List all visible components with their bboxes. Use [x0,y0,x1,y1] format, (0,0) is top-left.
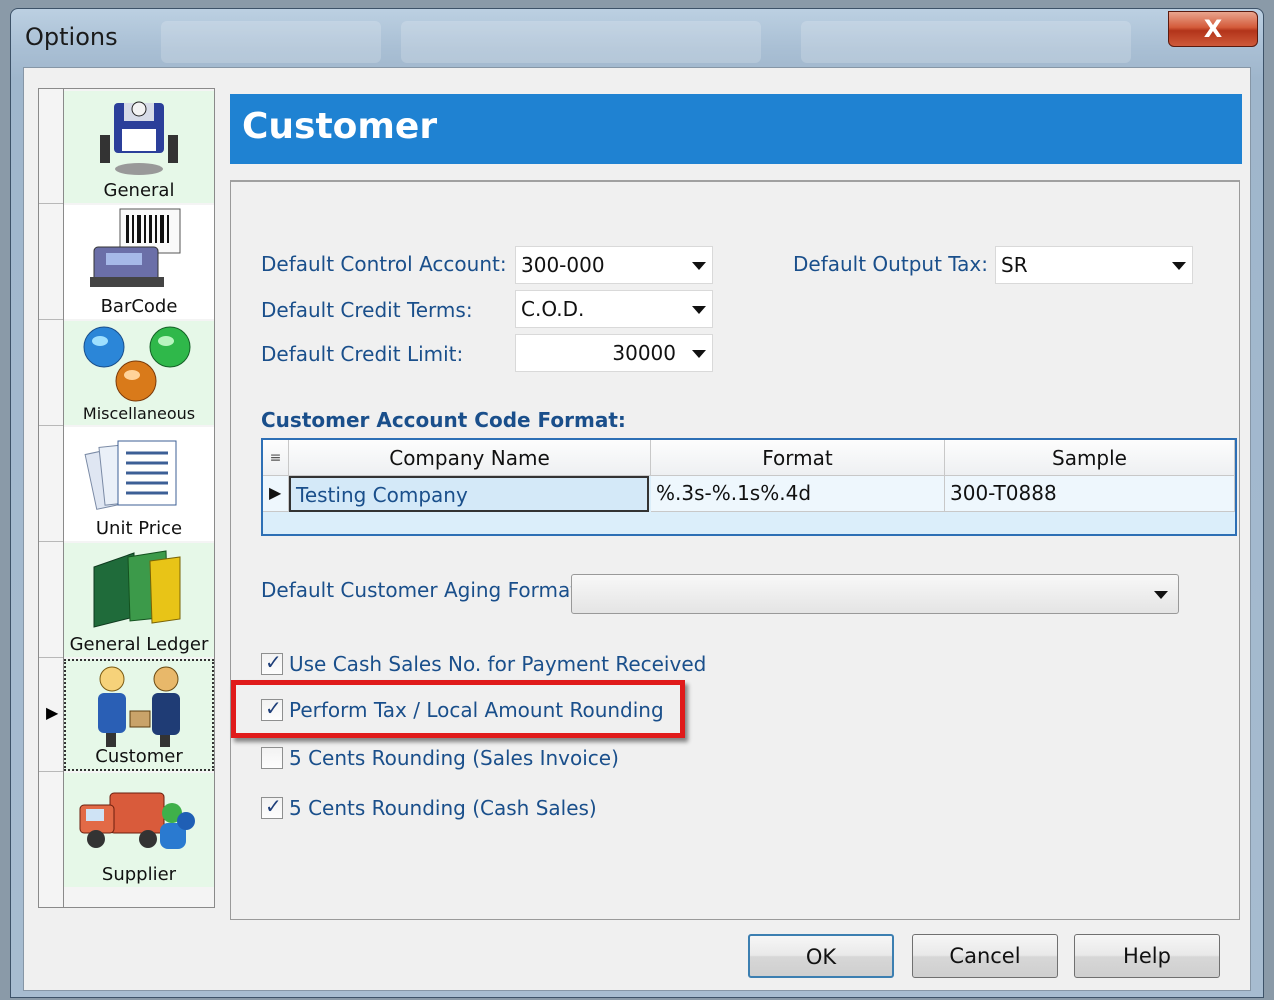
chevron-down-icon[interactable] [1172,262,1186,270]
floppy-disk-icon [100,101,178,175]
code-format-grid[interactable]: ≡ Company Name Format Sample ▶ Testing C… [261,438,1237,536]
checkbox-label: 5 Cents Rounding (Sales Invoice) [289,746,619,770]
settings-panel: Default Control Account: 300-000 Default… [230,180,1240,920]
sidebar-item-label: Supplier [101,864,177,885]
output-tax-label: Default Output Tax: [793,252,988,276]
options-window: Options X ▶ General BarCode Miscellaneou… [10,8,1264,998]
gutter-divider [39,657,63,658]
sidebar-item-label: Unit Price [95,518,183,539]
sidebar-item-label: Customer [95,746,183,767]
control-account-label: Default Control Account: [261,252,507,276]
category-sidebar: ▶ General BarCode Miscellaneous Unit Pri… [38,88,215,908]
chevron-down-icon[interactable] [692,262,706,270]
supplier-truck-icon [79,792,195,849]
close-icon: X [1203,15,1223,43]
credit-limit-combo[interactable]: 30000 [515,334,713,372]
sidebar-item-label: Miscellaneous [82,404,196,423]
control-account-value: 300-000 [521,253,605,277]
gutter-divider [39,203,63,204]
page-header: Customer [230,94,1242,164]
sidebar-item-label: BarCode [100,296,178,317]
column-header-company-name[interactable]: Company Name [289,440,651,476]
output-tax-value: SR [1001,253,1028,277]
customer-handshake-icon [98,666,180,747]
background-blur [801,21,1131,63]
checkbox-box[interactable]: ✓ [261,650,283,675]
credit-limit-value: 30000 [612,341,676,365]
background-blur [161,21,381,63]
cancel-button[interactable]: Cancel [912,934,1058,978]
column-header-format[interactable]: Format [651,440,945,476]
sidebar-item-customer[interactable]: Customer [64,659,214,771]
chevron-down-icon[interactable] [1154,591,1168,599]
aging-format-combo[interactable] [571,574,1179,614]
table-cell-format[interactable]: %.3s-%.1s%.4d [651,476,945,512]
aging-format-label: Default Customer Aging Format: [261,578,585,602]
sidebar-item-label: General Ledger [69,634,209,655]
table-cell-company-name[interactable]: Testing Company [289,476,649,512]
output-tax-combo[interactable]: SR [995,246,1193,284]
gutter-divider [39,541,63,542]
sidebar-gutter [39,89,64,907]
window-title: Options [25,23,118,51]
ledger-books-icon [93,550,181,628]
credit-terms-combo[interactable]: C.O.D. [515,290,713,328]
dialog-client: ▶ General BarCode Miscellaneous Unit Pri… [23,67,1251,991]
globes-icon [83,326,191,402]
gutter-divider [39,771,63,772]
credit-terms-label: Default Credit Terms: [261,298,473,322]
page-title: Customer [242,106,438,147]
sidebar-item-unit-price[interactable]: Unit Price [64,427,214,541]
sidebar-item-miscellaneous[interactable]: Miscellaneous [64,321,214,425]
checkbox-label: 5 Cents Rounding (Cash Sales) [289,796,597,820]
title-bar[interactable]: Options X [11,9,1263,67]
checkbox-box[interactable]: ✓ [261,696,283,721]
credit-terms-value: C.O.D. [521,297,585,321]
grid-menu-icon[interactable]: ≡ [263,440,289,476]
ok-button[interactable]: OK [748,934,894,978]
chevron-down-icon[interactable] [692,306,706,314]
code-format-title: Customer Account Code Format: [261,408,626,432]
credit-limit-label: Default Credit Limit: [261,342,464,366]
table-cell-sample[interactable]: 300-T0888 [945,476,1235,512]
checkbox-label: Perform Tax / Local Amount Rounding [289,698,664,722]
close-button[interactable]: X [1168,11,1258,47]
sidebar-item-label: General [103,180,175,201]
checkmark-icon: ✓ [265,650,282,674]
control-account-combo[interactable]: 300-000 [515,246,713,284]
help-button[interactable]: Help [1074,934,1220,978]
column-header-sample[interactable]: Sample [945,440,1235,476]
row-indicator-icon: ▶ [263,476,289,512]
sidebar-item-barcode[interactable]: BarCode [64,205,214,319]
checkmark-icon: ✓ [265,794,282,818]
sidebar-item-supplier[interactable]: Supplier [64,773,214,887]
checkbox-box[interactable]: ✓ [261,794,283,819]
checkbox-label: Use Cash Sales No. for Payment Received [289,652,707,676]
chevron-down-icon[interactable] [692,350,706,358]
gutter-divider [39,425,63,426]
gutter-divider [39,319,63,320]
selected-row-arrow-icon: ▶ [46,703,59,722]
sidebar-item-general[interactable]: General [64,91,214,203]
barcode-printer-icon [90,208,181,287]
checkbox-box[interactable] [261,747,283,769]
documents-icon [84,440,177,510]
sidebar-item-general-ledger[interactable]: General Ledger [64,543,214,657]
checkmark-icon: ✓ [265,696,282,720]
background-blur [401,21,761,63]
